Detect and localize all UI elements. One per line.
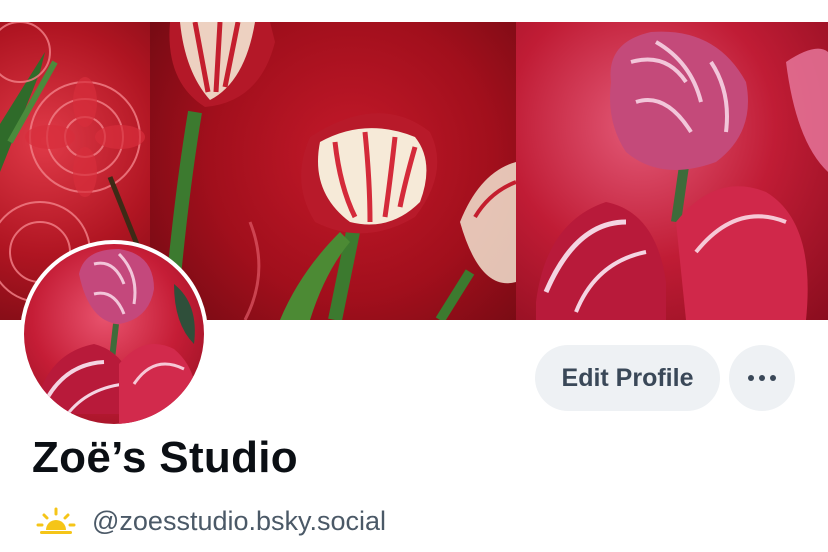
profile-handle: @zoesstudio.bsky.social: [92, 505, 387, 536]
banner-panel-white-tulips: [150, 22, 516, 320]
more-dots-icon: [748, 375, 776, 381]
display-name: Zoë’s Studio: [32, 433, 298, 482]
sun-icon: [36, 507, 76, 534]
handle-row: @zoesstudio.bsky.social: [36, 503, 386, 539]
profile-avatar[interactable]: [20, 240, 208, 428]
banner-panel-pink-tulips: [516, 22, 828, 320]
edit-profile-button[interactable]: Edit Profile: [535, 345, 720, 411]
more-options-button[interactable]: [729, 345, 795, 411]
